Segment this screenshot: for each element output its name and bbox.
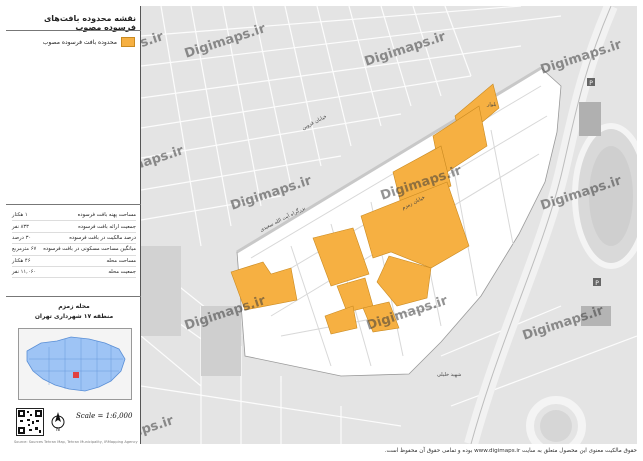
title-divider — [6, 30, 141, 31]
parking-icon: P — [587, 78, 595, 87]
fabric-swatch — [121, 37, 135, 47]
street-label: بلوار — [487, 102, 497, 108]
parking-icon: P — [593, 278, 601, 287]
stat-row: جمعیت محله ۱۱,۰۶۰ نفر — [12, 267, 136, 279]
svg-text:P: P — [595, 280, 599, 287]
tehran-districts — [26, 336, 126, 392]
district-name: محله زمزم منطقه ۱۷ شهرداری تهران — [34, 303, 114, 320]
stat-row: میانگین مساحت مسکونی در بافت فرسوده ۶۷ مت… — [12, 244, 136, 256]
street-label: شهید خلیلی — [437, 372, 462, 378]
svg-text:P: P — [589, 80, 593, 87]
scale-text: Scale = 1:6,000 — [76, 412, 133, 420]
stat-row: درصد مالکیت در بافت فرسوده ۳۰ درصد — [12, 233, 136, 245]
map-canvas[interactable]: P P بزرگراه آیت الله سعیدی خیابان زمزم ب… — [141, 6, 637, 444]
source-credit: Source: Sources Tehran Map, Tehran Munic… — [14, 440, 138, 444]
legend-panel: نقشه محدوده بافت‌های فرسوده مصوب محدوده … — [6, 6, 141, 444]
stats-table: مساحت پهنه بافت فرسوده ۱ هکتار جمعیت ارائ… — [12, 210, 136, 279]
legend-label: محدوده بافت فرسوده مصوب — [42, 38, 117, 46]
basemap-svg: P P — [141, 6, 637, 444]
park-area — [141, 246, 181, 336]
district-highlight — [73, 372, 79, 378]
stat-row: جمعیت ارائه بافت فرسوده ۸۳۳ نفر — [12, 221, 136, 233]
locator-minimap — [18, 328, 132, 400]
stat-row: مساحت محله ۴۶ هکتار — [12, 256, 136, 267]
north-arrow-icon: N — [50, 410, 66, 433]
qr-code-icon — [16, 408, 44, 436]
minimap-svg — [26, 336, 126, 392]
svg-text:N: N — [56, 427, 60, 432]
building — [579, 102, 601, 136]
district-divider — [6, 296, 141, 297]
stat-row: مساحت پهنه بافت فرسوده ۱ هکتار — [12, 210, 136, 222]
stats-divider — [6, 204, 141, 205]
legend-item: محدوده بافت فرسوده مصوب — [14, 36, 135, 48]
copyright-footer: حقوق مالکیت معنوی این محصول متعلق به سای… — [384, 448, 637, 454]
